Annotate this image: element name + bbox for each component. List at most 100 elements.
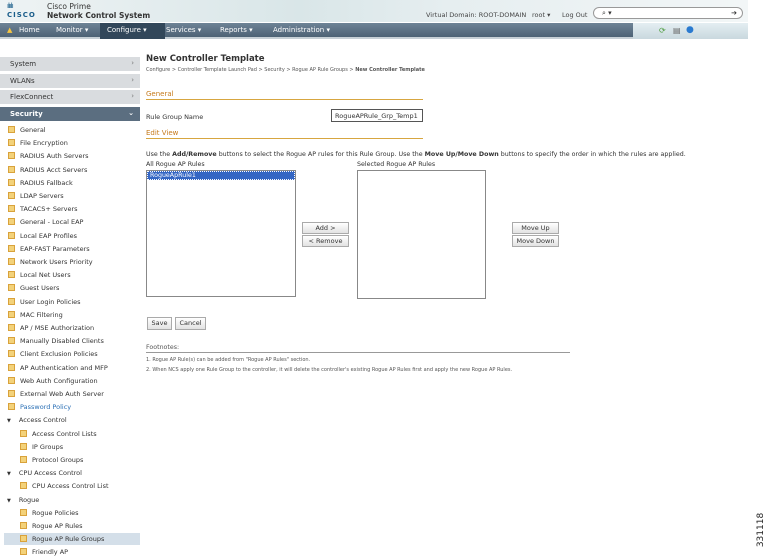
sidebar-item[interactable]: Rogue AP Rule Groups xyxy=(4,533,140,546)
file-icon xyxy=(8,376,15,384)
file-icon xyxy=(8,244,15,252)
sidebar-group[interactable]: ▼ Access Control xyxy=(7,416,67,424)
sidebar-item-label: Rogue AP Rule Groups xyxy=(32,535,105,544)
sidebar-item[interactable]: External Web Auth Server xyxy=(8,390,104,398)
sidebar-item[interactable]: Local EAP Profiles xyxy=(8,231,77,240)
sidebar-group-label: CPU Access Control xyxy=(18,469,82,478)
file-icon xyxy=(8,403,15,411)
sidebar-item[interactable]: EAP-FAST Parameters xyxy=(8,244,90,253)
instructions: Use the Add/Remove buttons to select the… xyxy=(146,151,686,158)
sidebar-item[interactable]: Protocol Groups xyxy=(4,454,140,466)
sidebar-system[interactable]: System › xyxy=(0,57,140,71)
sidebar-item[interactable]: User Login Policies xyxy=(8,297,81,306)
sidebar-item[interactable]: TACACS+ Servers xyxy=(8,205,78,213)
file-icon xyxy=(8,310,15,318)
sidebar-item[interactable]: MAC Filtering xyxy=(8,310,63,319)
sidebar-flexconnect[interactable]: FlexConnect › xyxy=(0,90,140,104)
file-icon xyxy=(20,482,27,490)
sidebar-item[interactable]: RADIUS Acct Servers xyxy=(8,165,87,174)
sidebar-item-label: File Encryption xyxy=(20,139,68,148)
file-icon xyxy=(8,363,15,371)
product-name: Cisco Prime xyxy=(47,2,91,11)
file-icon xyxy=(8,231,15,239)
sidebar-item-label: User Login Policies xyxy=(20,297,81,306)
sidebar-item[interactable]: General xyxy=(8,126,46,134)
sidebar-item[interactable]: Network Users Priority xyxy=(8,258,93,266)
expand-icon[interactable]: ▼ xyxy=(7,418,11,424)
nav-monitor[interactable]: Monitor ▾ xyxy=(56,26,88,34)
sidebar-item[interactable]: RADIUS Auth Servers xyxy=(8,152,89,160)
sidebar-group-label: Rogue xyxy=(18,495,40,504)
home-icon[interactable]: ▲ xyxy=(7,26,12,34)
all-rules-list[interactable]: RogueApRule1 xyxy=(146,170,296,297)
nav-administration[interactable]: Administration ▾ xyxy=(273,26,330,34)
nav-home[interactable]: Home xyxy=(19,26,40,34)
file-icon xyxy=(8,152,15,160)
nav-reports[interactable]: Reports ▾ xyxy=(220,26,253,34)
footnote-2: 2. When NCS apply one Rule Group to the … xyxy=(146,367,513,373)
file-icon xyxy=(8,258,15,265)
help-icon[interactable]: ● xyxy=(686,25,694,35)
rule-group-name-input[interactable]: RogueAPRule_Grp_Temp1 xyxy=(331,109,423,122)
sidebar-item-label: Client Exclusion Policies xyxy=(20,350,98,359)
nav-services[interactable]: Services ▾ xyxy=(166,26,201,34)
sidebar-item[interactable]: Rogue Policies xyxy=(4,507,140,519)
rule-group-label: Rule Group Name xyxy=(146,113,204,121)
sidebar-item[interactable]: IP Groups xyxy=(4,441,140,453)
sidebar-group[interactable]: ▼ Rogue xyxy=(7,496,39,504)
sidebar-item-label: RADIUS Auth Servers xyxy=(20,152,89,161)
sidebar-item[interactable]: Local Net Users xyxy=(8,271,71,279)
sidebar-item[interactable]: CPU Access Control List xyxy=(4,480,140,492)
file-icon xyxy=(20,522,27,529)
sidebar-item[interactable]: AP / MSE Authorization xyxy=(8,324,94,332)
sidebar-wlans[interactable]: WLANs › xyxy=(0,74,140,88)
file-icon xyxy=(8,165,15,173)
selected-rules-list[interactable] xyxy=(357,170,486,299)
expand-icon[interactable]: ▼ xyxy=(7,498,11,504)
list-item[interactable]: RogueApRule1 xyxy=(147,171,295,180)
move-down-button[interactable]: Move Down xyxy=(512,235,559,247)
save-button[interactable]: Save xyxy=(147,317,172,330)
print-icon[interactable]: ▤ xyxy=(673,26,681,35)
sidebar-item[interactable]: Client Exclusion Policies xyxy=(8,350,98,358)
sidebar-item[interactable]: LDAP Servers xyxy=(8,192,64,200)
breadcrumb-path[interactable]: Configure > Controller Template Launch P… xyxy=(146,67,355,73)
sidebar-item[interactable]: Guest Users xyxy=(8,284,59,292)
sidebar-group[interactable]: ▼ CPU Access Control xyxy=(7,469,82,477)
sidebar-item[interactable]: File Encryption xyxy=(8,139,68,147)
sidebar-item[interactable]: Password Policy xyxy=(8,403,71,411)
sidebar-item-label: Network Users Priority xyxy=(20,258,93,266)
sidebar-security[interactable]: Security ⌄ xyxy=(0,107,140,121)
search-icon[interactable]: ⌕ ▾ xyxy=(602,9,612,18)
sidebar-item-label: Password Policy xyxy=(20,403,72,412)
user-menu[interactable]: root ▾ xyxy=(532,11,550,19)
file-icon xyxy=(8,205,15,213)
footnote-1: 1. Rogue AP Rule(s) can be added from "R… xyxy=(146,357,311,363)
logout-link[interactable]: Log Out xyxy=(562,11,587,19)
sidebar-item[interactable]: RADIUS Fallback xyxy=(8,178,73,187)
search-input[interactable]: ⌕ ▾ ➔ xyxy=(593,7,743,19)
move-up-button[interactable]: Move Up xyxy=(512,222,559,234)
remove-button[interactable]: < Remove xyxy=(302,235,349,247)
sidebar-item-label: LDAP Servers xyxy=(20,192,64,200)
sidebar-item-label: Guest Users xyxy=(20,284,60,293)
sidebar-item[interactable]: Access Control Lists xyxy=(4,428,140,440)
sidebar-item[interactable]: Web Auth Configuration xyxy=(8,376,98,385)
sidebar-item[interactable]: Friendly AP xyxy=(4,546,140,558)
refresh-icon[interactable]: ⟳ xyxy=(659,26,666,35)
nav-configure[interactable]: Configure ▾ xyxy=(107,26,147,34)
expand-icon[interactable]: ▼ xyxy=(7,471,11,477)
sidebar-item[interactable]: Rogue AP Rules xyxy=(4,520,140,532)
sidebar-item[interactable]: Manually Disabled Clients xyxy=(8,337,104,345)
all-rules-label: All Rogue AP Rules xyxy=(146,161,205,168)
product-name-bold: Network Control System xyxy=(47,11,151,20)
sidebar-item[interactable]: AP Authentication and MFP xyxy=(8,363,108,372)
sidebar-item-label: AP / MSE Authorization xyxy=(20,324,95,332)
file-icon xyxy=(8,126,15,133)
add-button[interactable]: Add > xyxy=(302,222,349,234)
search-go-icon[interactable]: ➔ xyxy=(731,9,737,17)
file-icon xyxy=(8,139,15,147)
sidebar-item[interactable]: General - Local EAP xyxy=(8,218,83,226)
section-general: General xyxy=(146,90,423,100)
cancel-button[interactable]: Cancel xyxy=(175,317,206,330)
